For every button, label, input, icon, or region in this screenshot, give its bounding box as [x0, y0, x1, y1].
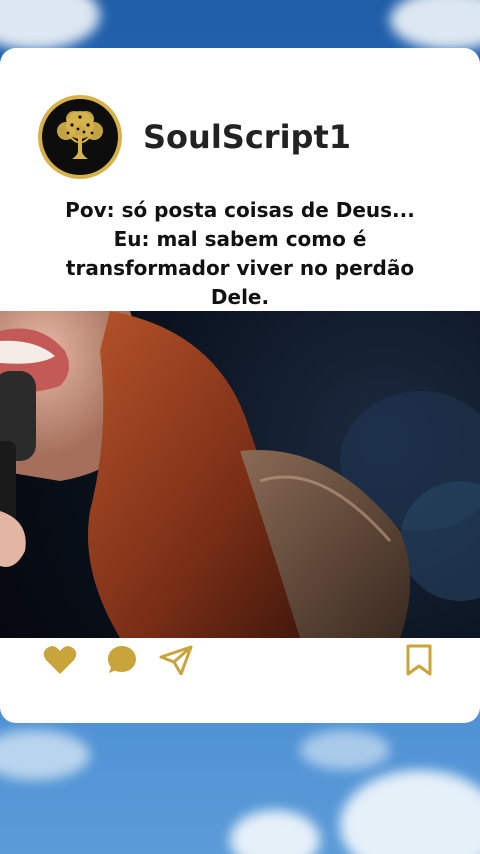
post-video[interactable]	[0, 311, 480, 638]
cloud	[390, 0, 480, 50]
cloud	[340, 770, 480, 854]
send-icon[interactable]	[158, 642, 194, 678]
cloud	[0, 730, 90, 780]
caption-line: Eu: mal sabem como é	[113, 227, 367, 251]
bookmark-icon[interactable]	[401, 642, 437, 678]
tree-logo-icon	[42, 99, 118, 175]
cloud	[0, 0, 100, 50]
post-card: SoulScript1 Pov: só posta coisas de Deus…	[0, 48, 480, 723]
video-frame	[0, 311, 480, 638]
caption-line: Pov: só posta coisas de Deus...	[65, 198, 415, 222]
cloud	[230, 810, 320, 854]
post-actions	[0, 642, 480, 682]
caption-line: transformador viver no perdão	[65, 256, 415, 280]
caption-line: Dele.	[210, 285, 270, 309]
cloud	[300, 730, 390, 770]
comment-icon[interactable]	[104, 642, 140, 678]
heart-icon[interactable]	[42, 642, 78, 678]
post-caption: Pov: só posta coisas de Deus... Eu: mal …	[40, 196, 440, 312]
username[interactable]: SoulScript1	[143, 118, 351, 156]
avatar[interactable]	[38, 95, 122, 179]
